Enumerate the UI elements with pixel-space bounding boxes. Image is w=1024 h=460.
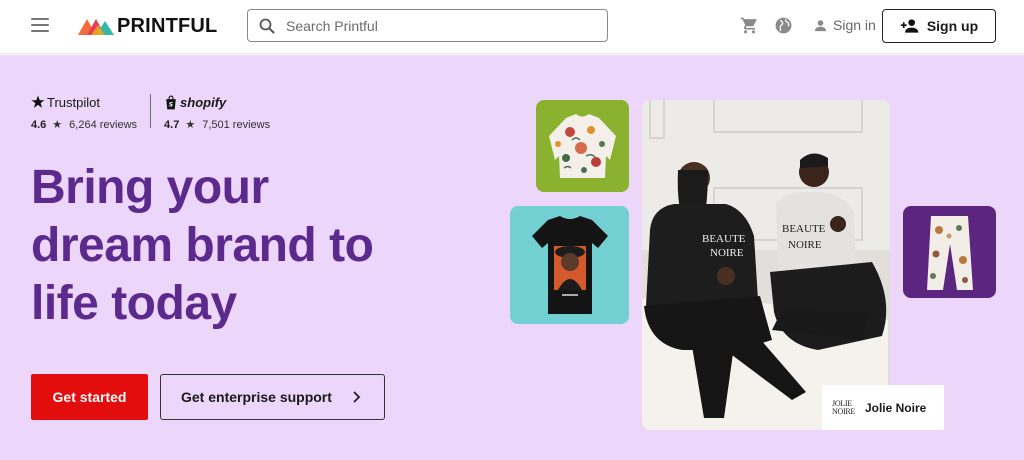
pants-product-image[interactable] [903, 206, 996, 298]
logo-mountains-icon [78, 19, 114, 35]
shopify-review-count: 7,501 reviews [202, 118, 271, 131]
shirt-text-left-1: BEAUTE [702, 233, 746, 245]
shirt-text-left-2: NOIRE [710, 247, 744, 259]
headline-line-1: Bring your [31, 161, 269, 214]
sign-in-link[interactable]: Sign in [813, 17, 876, 33]
user-icon [814, 19, 827, 31]
logo-line-2: NOIRE [832, 406, 855, 416]
lifestyle-photo: BEAUTE NOIRE BEAUTE NOIRE [642, 100, 890, 430]
trustpilot-review-count: 6,264 reviews [69, 118, 138, 131]
printful-logo[interactable]: PRINTFUL [78, 14, 217, 38]
enterprise-support-button[interactable]: Get enterprise support [160, 374, 385, 420]
star-icon: ★ [52, 119, 63, 131]
sweater-product-image[interactable] [536, 100, 629, 192]
shopify-rating[interactable]: S shopify 4.7 ★ 7,501 reviews [164, 93, 271, 132]
enterprise-support-label: Get enterprise support [181, 389, 332, 405]
brand-card-jolie-noire[interactable]: JOLIE NOIRE Jolie Noire [822, 385, 944, 430]
search-icon [259, 18, 275, 34]
headline-line-2: dream brand to [31, 219, 374, 272]
trustpilot-star-icon [31, 95, 45, 108]
shopify-label: shopify [180, 94, 227, 110]
svg-text:S: S [169, 101, 174, 108]
trustpilot-score-value: 4.6 [31, 118, 47, 131]
star-icon: ★ [185, 119, 196, 131]
cart-icon[interactable] [740, 16, 759, 35]
trustpilot-rating[interactable]: Trustpilot 4.6 ★ 6,264 reviews [31, 93, 138, 132]
logo-text: PRINTFUL [117, 14, 218, 37]
sign-in-label: Sign in [833, 17, 876, 33]
site-header: PRINTFUL Sign in Sign up [0, 0, 1024, 54]
tshirt-product-image[interactable] [510, 206, 629, 324]
jolie-noire-logo: JOLIE NOIRE [832, 399, 855, 416]
chevron-right-icon [352, 390, 362, 404]
ratings-divider [150, 94, 152, 128]
trustpilot-score: 4.6 ★ 6,264 reviews [31, 118, 138, 132]
sign-up-label: Sign up [926, 18, 979, 34]
trustpilot-brand: Trustpilot [31, 93, 137, 111]
shirt-text-right-1: BEAUTE [782, 223, 826, 235]
search-box[interactable] [247, 9, 608, 42]
headline-line-3: life today [31, 277, 237, 330]
shopify-score: 4.7 ★ 7,501 reviews [164, 118, 271, 132]
hero-headline: Bring your dream brand to life today [31, 159, 431, 333]
globe-icon[interactable] [774, 16, 793, 35]
ratings-row: Trustpilot 4.6 ★ 6,264 reviews S shopify… [31, 93, 270, 131]
shopify-score-value: 4.7 [164, 118, 180, 131]
shopify-bag-icon: S [166, 94, 176, 109]
trustpilot-label: Trustpilot [47, 94, 100, 110]
shopify-brand: S shopify [164, 93, 270, 111]
shirt-text-right-2: NOIRE [788, 239, 822, 251]
sign-up-button[interactable]: Sign up [882, 9, 996, 43]
hero-section: Trustpilot 4.6 ★ 6,264 reviews S shopify… [0, 55, 1024, 460]
add-user-icon [900, 19, 919, 33]
search-input[interactable] [286, 17, 586, 34]
get-started-button[interactable]: Get started [31, 374, 148, 420]
menu-icon[interactable] [31, 18, 49, 32]
brand-card-name: Jolie Noire [864, 400, 927, 415]
